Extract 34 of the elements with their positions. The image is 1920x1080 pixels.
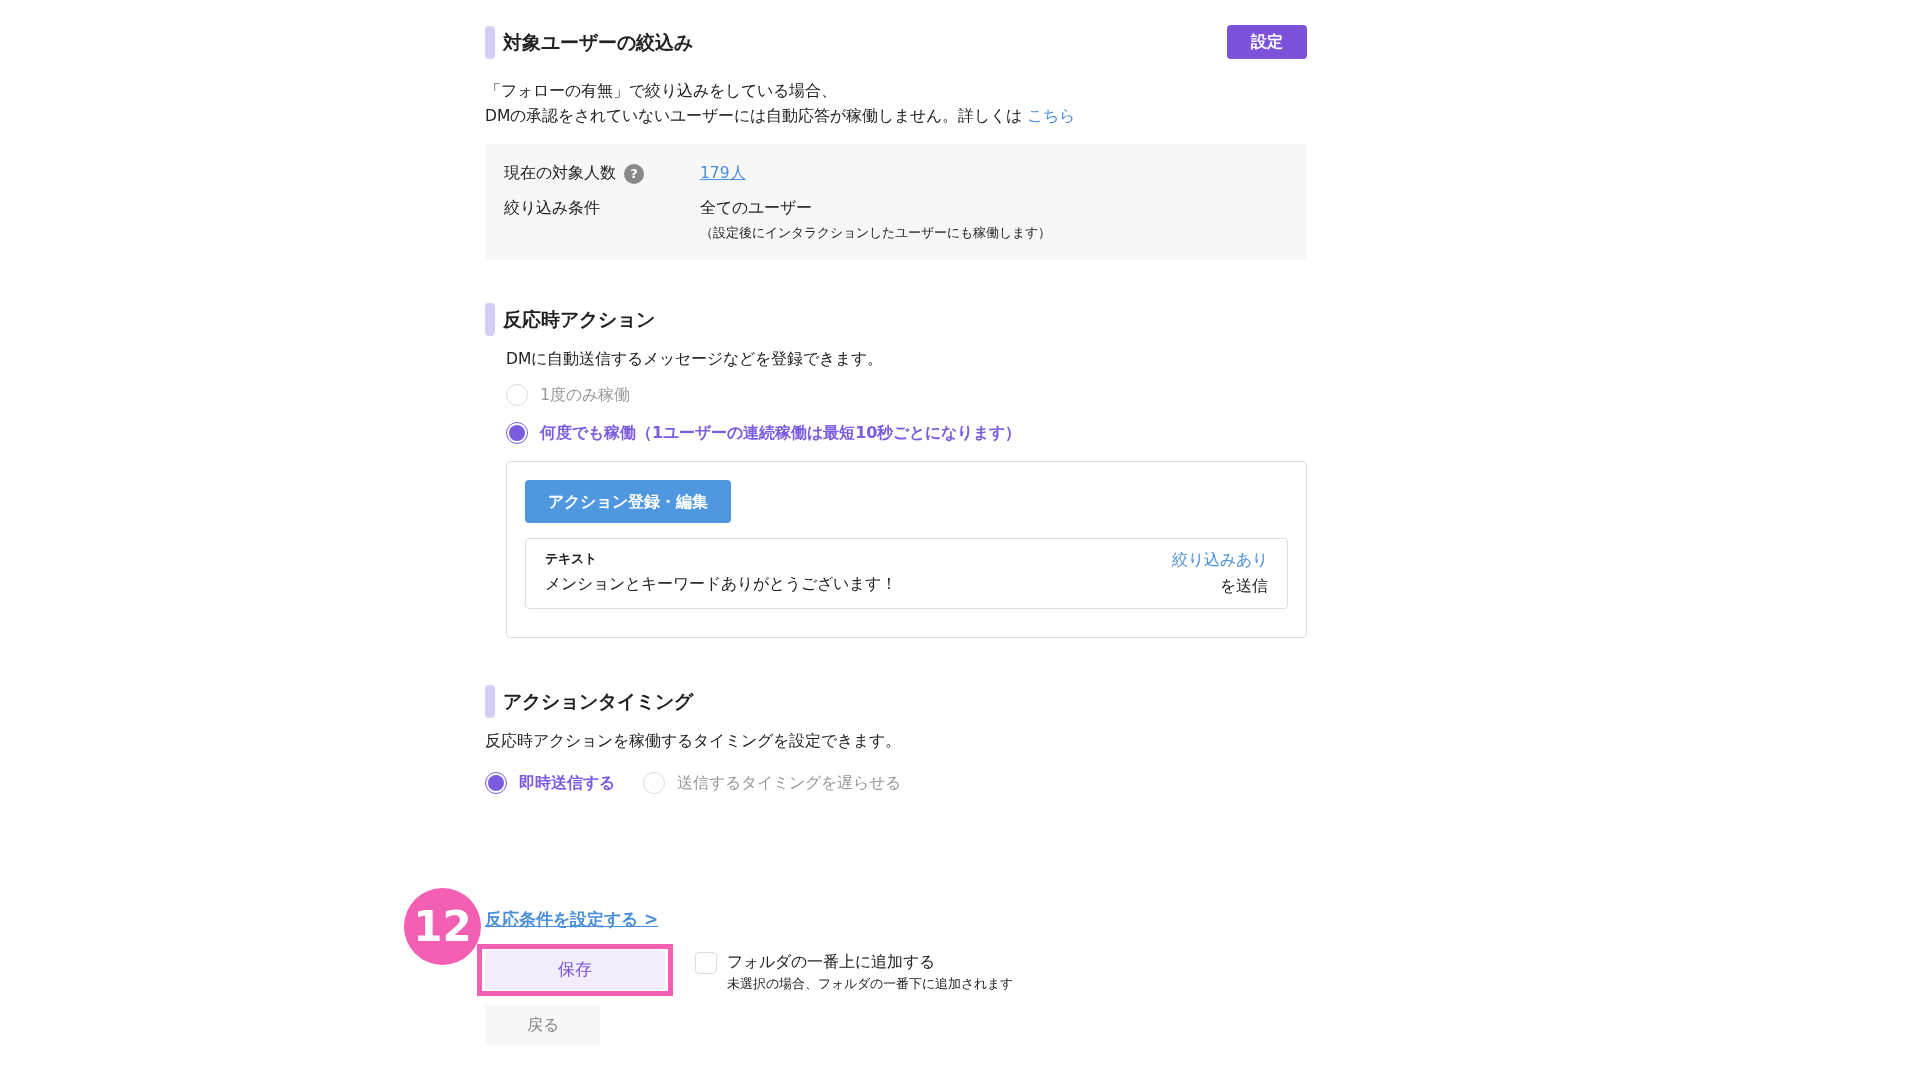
info-label: 絞り込み条件 [504, 198, 600, 220]
save-button[interactable]: 保存 [485, 949, 665, 990]
filter-link[interactable]: 絞り込みあり [1172, 549, 1268, 573]
step-number-badge: 12 [404, 887, 481, 965]
notice-text: DMの承認をされていないユーザーには自動応答が稼働しません。詳しくは こちら [485, 106, 1077, 127]
heading-accent-bar [485, 684, 495, 718]
reaction-condition-link[interactable]: 反応条件を設定する > [485, 907, 659, 933]
radio-label: 何度でも稼働（1ユーザーの連続稼働は最短10秒ごとになります） [540, 422, 1022, 445]
help-icon[interactable]: ? [624, 163, 644, 184]
section-description: 反応時アクションを稼働するタイミングを設定できます。 [485, 730, 902, 752]
checkbox-hint: 未選択の場合、フォルダの一番下に追加されます [727, 974, 1013, 993]
action-message: メンションとキーワードありがとうございます！ [545, 573, 897, 595]
section-title: アクションタイミング [503, 689, 693, 714]
checkbox[interactable] [695, 951, 717, 974]
radio-label: 送信するタイミングを遅らせる [677, 772, 901, 794]
send-label: を送信 [1220, 575, 1268, 597]
radio-label: 1度のみ稼働 [540, 384, 631, 407]
notice-text: 「フォローの有無」で絞り込みをしている場合、 [485, 81, 838, 102]
section-title: 対象ユーザーの絞込み [503, 29, 693, 55]
section-description: DMに自動送信するメッセージなどを登録できます。 [506, 349, 885, 370]
action-edit-button[interactable]: アクション登録・編集 [525, 480, 731, 524]
radio-label: 即時送信する [519, 772, 615, 794]
details-link[interactable]: こちら [1027, 107, 1076, 125]
section-title: 反応時アクション [503, 307, 655, 333]
info-note: （設定後にインタラクションしたユーザーにも稼働します） [700, 223, 1051, 242]
heading-accent-bar [485, 25, 495, 59]
checkbox-label: フォルダの一番上に追加する [727, 950, 936, 973]
info-label: 現在の対象人数 [504, 163, 616, 184]
heading-accent-bar [485, 303, 495, 336]
back-button[interactable]: 戻る [485, 1005, 600, 1045]
info-value: 全てのユーザー [700, 198, 813, 220]
action-type-label: テキスト [545, 550, 598, 569]
settings-button[interactable]: 設定 [1227, 25, 1307, 59]
target-count-link[interactable]: 179人 [700, 162, 746, 186]
